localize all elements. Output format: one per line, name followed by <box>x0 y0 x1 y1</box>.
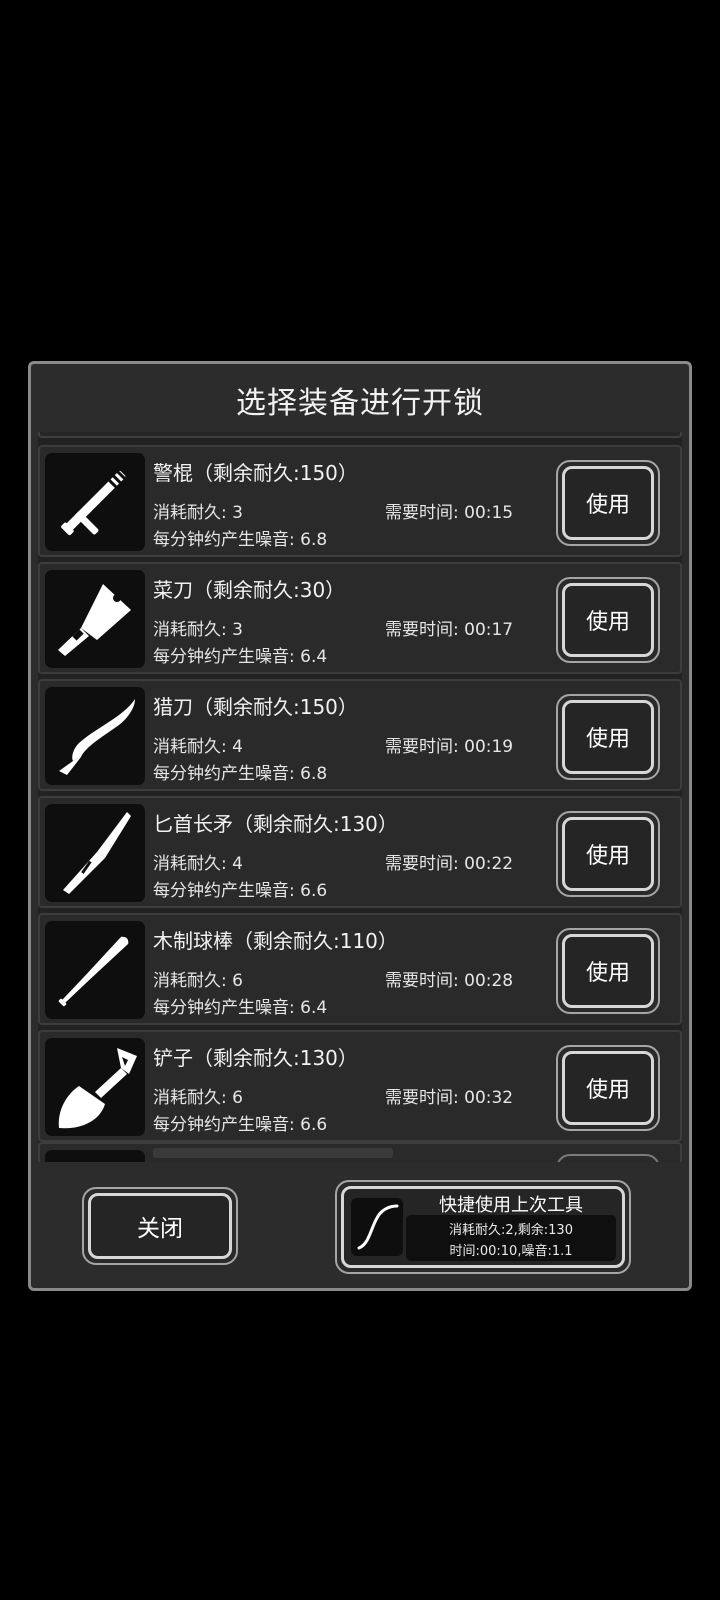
quick-use-last-tool-button[interactable]: 快捷使用上次工具 消耗耐久:2,剩余:130 时间:00:10,噪音:1.1 <box>335 1180 631 1274</box>
item-noise: 每分钟约产生噪音: 6.4 <box>153 998 328 1018</box>
list-item-partial-bottom <box>38 1142 682 1162</box>
item-durability-cost: 消耗耐久: 3 <box>153 503 243 523</box>
use-button[interactable]: 使用 <box>556 694 660 780</box>
item-noise: 每分钟约产生噪音: 6.8 <box>153 530 328 550</box>
item-name: 铲子（剩余耐久:130） <box>153 1046 358 1070</box>
quick-use-time-noise: 时间:00:10,噪音:1.1 <box>449 1244 573 1259</box>
item-name: 匕首长矛（剩余耐久:130） <box>153 812 398 836</box>
baseball-bat-icon <box>45 921 145 1019</box>
item-time: 需要时间: 00:19 <box>385 737 514 757</box>
use-button[interactable]: 使用 <box>556 811 660 897</box>
list-item: 铲子（剩余耐久:130） 消耗耐久: 6 需要时间: 00:32 每分钟约产生噪… <box>38 1030 682 1142</box>
dagger-spear-icon <box>45 804 145 902</box>
quick-use-info: 消耗耐久:2,剩余:130 时间:00:10,噪音:1.1 <box>406 1215 616 1261</box>
shovel-icon <box>45 1038 145 1136</box>
quick-use-durability: 消耗耐久:2,剩余:130 <box>449 1223 573 1238</box>
baton-icon <box>45 453 145 551</box>
item-time: 需要时间: 00:22 <box>385 854 514 874</box>
item-noise: 每分钟约产生噪音: 6.6 <box>153 881 328 901</box>
close-button[interactable]: 关闭 <box>82 1187 238 1265</box>
close-button-label: 关闭 <box>88 1193 232 1259</box>
item-name: 木制球棒（剩余耐久:110） <box>153 929 398 953</box>
list-item: 木制球棒（剩余耐久:110） 消耗耐久: 6 需要时间: 00:28 每分钟约产… <box>38 913 682 1025</box>
use-button-label: 使用 <box>562 466 654 540</box>
item-time: 需要时间: 00:28 <box>385 971 514 991</box>
list-item: 匕首长矛（剩余耐久:130） 消耗耐久: 4 需要时间: 00:22 每分钟约产… <box>38 796 682 908</box>
use-button[interactable]: 使用 <box>556 1045 660 1131</box>
item-image <box>45 1150 145 1162</box>
item-time: 需要时间: 00:32 <box>385 1088 514 1108</box>
kukri-icon <box>45 687 145 785</box>
item-durability-cost: 消耗耐久: 4 <box>153 737 243 757</box>
use-button-label: 使用 <box>562 700 654 774</box>
item-durability-cost: 消耗耐久: 6 <box>153 971 243 991</box>
use-button-label: 使用 <box>562 817 654 891</box>
item-noise: 每分钟约产生噪音: 6.6 <box>153 1115 328 1135</box>
use-button-label: 使用 <box>562 934 654 1008</box>
item-name: 猎刀（剩余耐久:150） <box>153 695 358 719</box>
item-name: 警棍（剩余耐久:150） <box>153 461 358 485</box>
use-button[interactable]: 使用 <box>556 460 660 546</box>
item-time: 需要时间: 00:17 <box>385 620 514 640</box>
equipment-list[interactable]: 警棍（剩余耐久:150） 消耗耐久: 3 需要时间: 00:15 每分钟约产生噪… <box>38 432 682 1162</box>
use-button-label: 使用 <box>562 583 654 657</box>
item-noise: 每分钟约产生噪音: 6.8 <box>153 764 328 784</box>
use-button[interactable]: 使用 <box>556 928 660 1014</box>
item-name-clipped <box>153 1148 393 1158</box>
dialog-title: 选择装备进行开锁 <box>236 386 484 421</box>
item-name: 菜刀（剩余耐久:30） <box>153 578 346 602</box>
list-item: 警棍（剩余耐久:150） 消耗耐久: 3 需要时间: 00:15 每分钟约产生噪… <box>38 445 682 557</box>
item-time: 需要时间: 00:15 <box>385 503 514 523</box>
equipment-dialog: 选择装备进行开锁 警棍（剩余耐久:150） 消耗耐久: 3 需要时间: 00:1… <box>28 361 692 1291</box>
item-durability-cost: 消耗耐久: 6 <box>153 1088 243 1108</box>
use-button-label: 使用 <box>562 1051 654 1125</box>
use-button[interactable]: 使用 <box>556 577 660 663</box>
wire-icon <box>351 1198 403 1256</box>
item-noise: 每分钟约产生噪音: 6.4 <box>153 647 328 667</box>
use-button[interactable] <box>556 1154 660 1162</box>
item-durability-cost: 消耗耐久: 4 <box>153 854 243 874</box>
item-durability-cost: 消耗耐久: 3 <box>153 620 243 640</box>
list-item-partial-top <box>38 432 682 438</box>
list-item: 菜刀（剩余耐久:30） 消耗耐久: 3 需要时间: 00:17 每分钟约产生噪音… <box>38 562 682 674</box>
cleaver-icon <box>45 570 145 668</box>
quick-use-title: 快捷使用上次工具 <box>439 1195 583 1216</box>
list-item: 猎刀（剩余耐久:150） 消耗耐久: 4 需要时间: 00:19 每分钟约产生噪… <box>38 679 682 791</box>
